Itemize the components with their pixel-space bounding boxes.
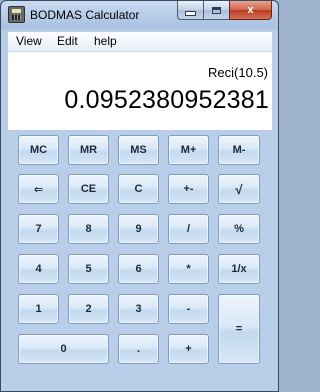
digit-5-button[interactable]: 5 — [68, 254, 109, 284]
divide-button[interactable]: / — [168, 214, 209, 244]
digit-9-button[interactable]: 9 — [118, 214, 159, 244]
minus-button[interactable]: - — [168, 294, 209, 324]
plus-button[interactable]: + — [168, 334, 209, 364]
clear-entry-button[interactable]: CE — [68, 174, 109, 204]
digit-3-button[interactable]: 3 — [118, 294, 159, 324]
digit-1-button[interactable]: 1 — [18, 294, 59, 324]
decimal-point-button[interactable]: . — [118, 334, 159, 364]
digit-6-button[interactable]: 6 — [118, 254, 159, 284]
equals-button[interactable]: = — [218, 294, 260, 364]
percent-button[interactable]: % — [218, 214, 260, 244]
digit-4-button[interactable]: 4 — [18, 254, 59, 284]
keypad: MC MR MS M+ M- ⇐ CE C +- √ 7 8 9 / % 4 5… — [1, 1, 278, 391]
digit-8-button[interactable]: 8 — [68, 214, 109, 244]
clear-button[interactable]: C — [118, 174, 159, 204]
multiply-button[interactable]: * — [168, 254, 209, 284]
mc-button[interactable]: MC — [18, 135, 59, 165]
backspace-button[interactable]: ⇐ — [18, 174, 59, 204]
digit-7-button[interactable]: 7 — [18, 214, 59, 244]
digit-2-button[interactable]: 2 — [68, 294, 109, 324]
digit-0-button[interactable]: 0 — [18, 334, 109, 364]
plus-minus-button[interactable]: +- — [168, 174, 209, 204]
m-minus-button[interactable]: M- — [218, 135, 260, 165]
ms-button[interactable]: MS — [118, 135, 159, 165]
square-root-button[interactable]: √ — [218, 174, 260, 204]
mr-button[interactable]: MR — [68, 135, 109, 165]
reciprocal-button[interactable]: 1/x — [218, 254, 260, 284]
calculator-window: BODMAS Calculator x View Edit help Reci(… — [0, 0, 279, 392]
m-plus-button[interactable]: M+ — [168, 135, 209, 165]
